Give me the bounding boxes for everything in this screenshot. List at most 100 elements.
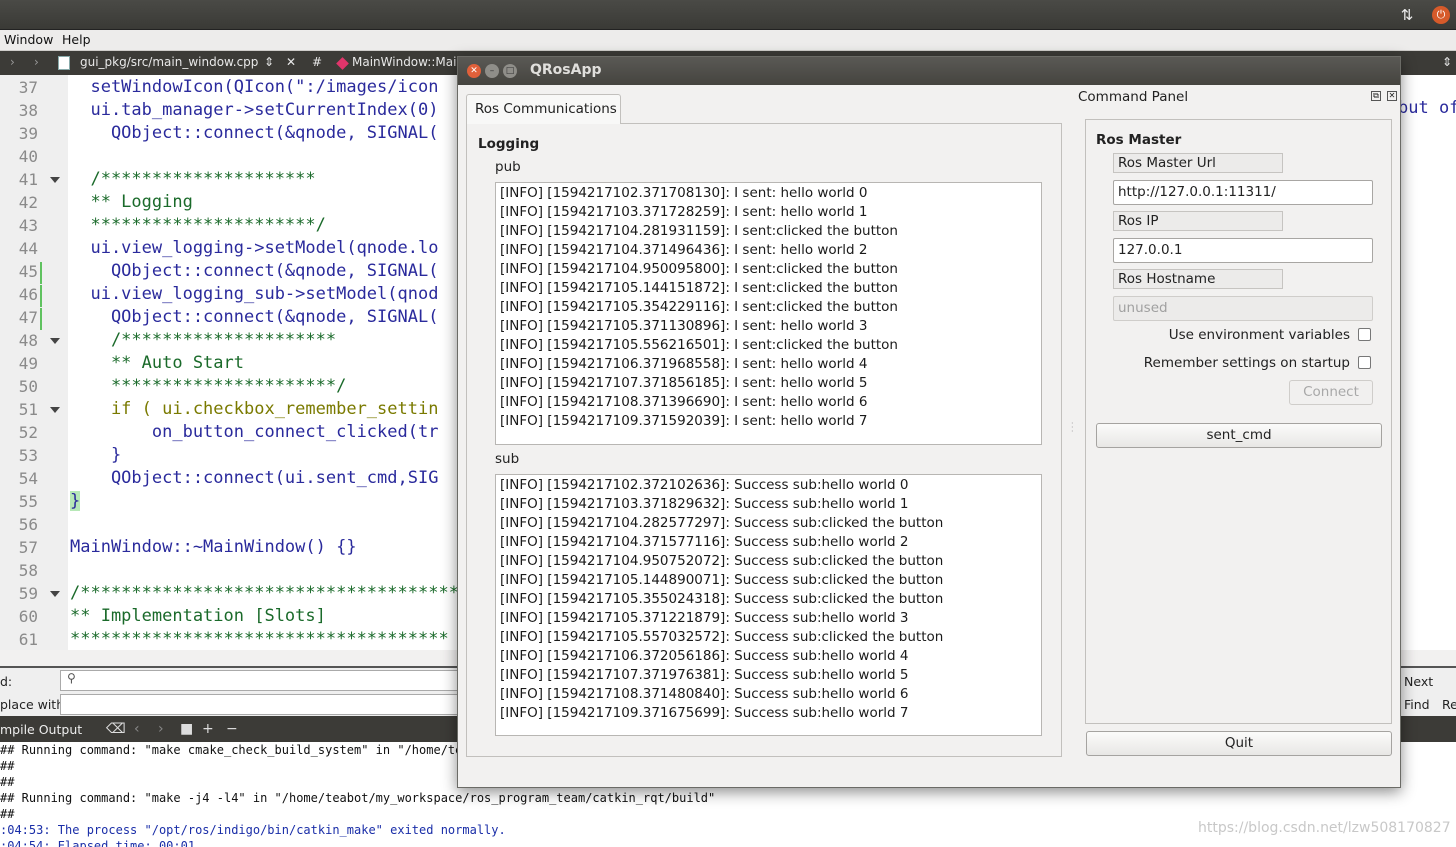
split-dropdown-icon[interactable]: ⇕: [1442, 55, 1452, 69]
line-number: 49: [18, 354, 38, 373]
stop-icon[interactable]: ■: [180, 721, 193, 737]
log-row[interactable]: [INFO] [1594217106.371968558]: I sent: h…: [496, 355, 1041, 374]
close-file-icon[interactable]: ✕: [286, 55, 296, 69]
output-line: :04:54: Elapsed time: 00:01.: [0, 839, 203, 847]
fold-arrow-icon[interactable]: [50, 407, 60, 413]
replace-button[interactable]: Re: [1442, 697, 1456, 712]
connect-button[interactable]: Connect: [1289, 380, 1373, 405]
log-row[interactable]: [INFO] [1594217104.371496436]: I sent: h…: [496, 241, 1041, 260]
log-row[interactable]: [INFO] [1594217104.281931159]: I sent:cl…: [496, 222, 1041, 241]
maximize-window-icon[interactable]: □: [503, 64, 517, 78]
output-line: ##: [0, 759, 15, 773]
modified-marker: [40, 308, 42, 330]
close-dock-icon[interactable]: ✕: [1387, 91, 1397, 101]
menu-window[interactable]: Window: [4, 32, 53, 47]
logging-title: Logging: [478, 136, 540, 152]
sent-cmd-button[interactable]: sent_cmd: [1096, 423, 1382, 448]
log-row[interactable]: [INFO] [1594217105.144890071]: Success s…: [496, 571, 1041, 590]
clear-output-icon[interactable]: ⌫: [106, 721, 126, 737]
menu-help[interactable]: Help: [62, 32, 91, 47]
log-row[interactable]: [INFO] [1594217107.371976381]: Success s…: [496, 666, 1041, 685]
zoom-out-icon[interactable]: −: [226, 721, 238, 737]
find-next-button[interactable]: Next: [1404, 674, 1433, 689]
code-line: QObject::connect(&qnode, SIGNAL(: [70, 261, 439, 281]
fold-arrow-icon[interactable]: [50, 338, 60, 344]
window-titlebar[interactable]: ✕ – □ QRosApp: [458, 57, 1400, 85]
tab-label: Ros Communications: [475, 101, 617, 117]
line-number: 42: [18, 193, 38, 212]
remember-settings-checkbox[interactable]: Remember settings on startup: [1144, 355, 1371, 371]
remember-box[interactable]: [1358, 356, 1371, 369]
find-input[interactable]: ⚲: [60, 670, 460, 691]
use-env-checkbox[interactable]: Use environment variables: [1169, 327, 1371, 343]
close-window-icon[interactable]: ✕: [467, 64, 481, 78]
nav-forward-icon[interactable]: ›: [34, 55, 39, 69]
minimize-window-icon[interactable]: –: [485, 64, 499, 78]
next-item-icon[interactable]: ›: [158, 721, 164, 737]
line-number: 43: [18, 216, 38, 235]
code-line: on_button_connect_clicked(tr: [70, 422, 439, 442]
compile-output-tab[interactable]: mpile Output: [0, 722, 82, 737]
log-row[interactable]: [INFO] [1594217109.371675699]: Success s…: [496, 704, 1041, 723]
use-env-box[interactable]: [1358, 328, 1371, 341]
file-tab[interactable]: gui_pkg/src/main_window.cpp: [80, 55, 258, 69]
sub-log-list[interactable]: [INFO] [1594217102.372102636]: Success s…: [495, 474, 1042, 736]
ros-ip-input[interactable]: 127.0.0.1: [1113, 238, 1373, 263]
code-line: /*********************: [70, 330, 337, 350]
fold-arrow-icon[interactable]: [50, 591, 60, 597]
log-row[interactable]: [INFO] [1594217104.371577116]: Success s…: [496, 533, 1041, 552]
log-row[interactable]: [INFO] [1594217103.371829632]: Success s…: [496, 495, 1041, 514]
code-line: /*************************************: [70, 583, 459, 603]
log-row[interactable]: [INFO] [1594217108.371480840]: Success s…: [496, 685, 1041, 704]
log-row[interactable]: [INFO] [1594217105.371221879]: Success s…: [496, 609, 1041, 628]
log-row[interactable]: [INFO] [1594217102.371708130]: I sent: h…: [496, 184, 1041, 203]
log-row[interactable]: [INFO] [1594217104.950752072]: Success s…: [496, 552, 1041, 571]
line-number: 47: [18, 308, 38, 327]
quit-button[interactable]: Quit: [1086, 731, 1392, 756]
prev-item-icon[interactable]: ‹: [134, 721, 140, 737]
code-line: **********************/: [70, 215, 326, 235]
tab-ros-communications[interactable]: Ros Communications: [466, 94, 621, 124]
master-url-label: Ros Master Url: [1113, 153, 1283, 173]
find-label: d:: [0, 674, 13, 689]
fold-arrow-icon[interactable]: [50, 177, 60, 183]
line-number: 50: [18, 377, 38, 396]
replace-input[interactable]: [60, 694, 460, 715]
log-row[interactable]: [INFO] [1594217107.371856185]: I sent: h…: [496, 374, 1041, 393]
ros-master-group: Ros Master Ros Master Url http://127.0.0…: [1085, 119, 1392, 724]
code-line: ui.tab_manager->setCurrentIndex(0): [70, 100, 439, 120]
file-dropdown-icon[interactable]: ⇕: [264, 55, 274, 69]
log-row[interactable]: [INFO] [1594217102.372102636]: Success s…: [496, 476, 1041, 495]
float-dock-icon[interactable]: ⧉: [1371, 91, 1381, 101]
master-url-input[interactable]: http://127.0.0.1:11311/: [1113, 180, 1373, 205]
search-icon: ⚲: [67, 671, 76, 685]
log-row[interactable]: [INFO] [1594217106.372056186]: Success s…: [496, 647, 1041, 666]
log-row[interactable]: [INFO] [1594217105.557032572]: Success s…: [496, 628, 1041, 647]
hostname-input[interactable]: unused: [1113, 296, 1373, 321]
network-icon[interactable]: ⇅: [1398, 6, 1416, 24]
log-row[interactable]: [INFO] [1594217109.371592039]: I sent: h…: [496, 412, 1041, 431]
log-row[interactable]: [INFO] [1594217105.556216501]: I sent:cl…: [496, 336, 1041, 355]
ros-ip-label-text: Ros IP: [1118, 213, 1159, 229]
zoom-in-icon[interactable]: +: [202, 721, 214, 737]
power-icon[interactable]: ⏻: [1432, 6, 1450, 24]
line-number: 38: [18, 101, 38, 120]
code-line: ui.view_logging_sub->setModel(qnod: [70, 284, 439, 304]
log-row[interactable]: [INFO] [1594217105.354229116]: I sent:cl…: [496, 298, 1041, 317]
log-row[interactable]: [INFO] [1594217104.282577297]: Success s…: [496, 514, 1041, 533]
nav-back-icon[interactable]: ›: [10, 55, 15, 69]
line-number: 55: [18, 492, 38, 511]
window-title: QRosApp: [530, 62, 602, 78]
log-row[interactable]: [INFO] [1594217105.144151872]: I sent:cl…: [496, 279, 1041, 298]
method-icon: [336, 57, 349, 70]
log-row[interactable]: [INFO] [1594217105.371130896]: I sent: h…: [496, 317, 1041, 336]
find-button[interactable]: Find: [1404, 697, 1430, 712]
log-row[interactable]: [INFO] [1594217104.950095800]: I sent:cl…: [496, 260, 1041, 279]
log-row[interactable]: [INFO] [1594217105.355024318]: Success s…: [496, 590, 1041, 609]
log-row[interactable]: [INFO] [1594217108.371396690]: I sent: h…: [496, 393, 1041, 412]
line-number: 40: [18, 147, 38, 166]
pub-log-list[interactable]: [INFO] [1594217102.371708130]: I sent: h…: [495, 182, 1042, 445]
splitter-handle[interactable]: · · ·: [1071, 420, 1074, 436]
log-row[interactable]: [INFO] [1594217103.371728259]: I sent: h…: [496, 203, 1041, 222]
line-number: 37: [18, 78, 38, 97]
